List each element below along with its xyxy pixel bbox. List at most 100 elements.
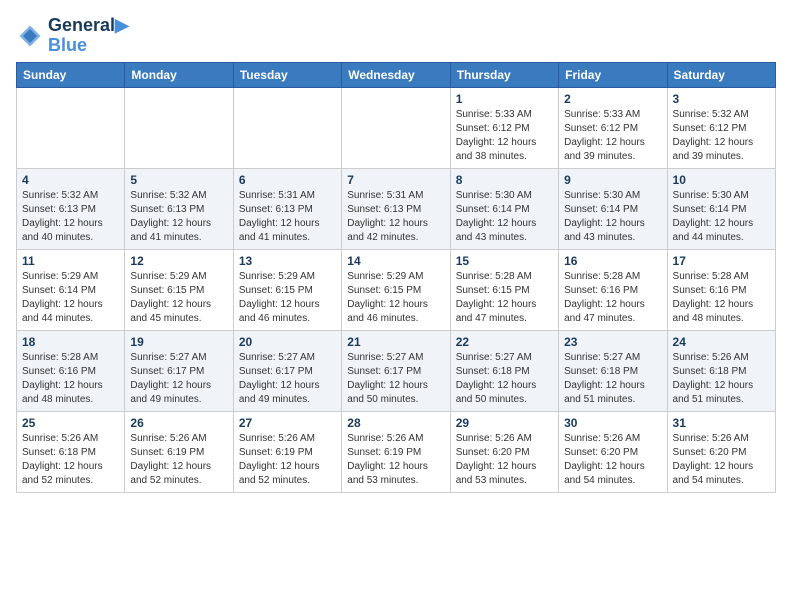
logo-text: General▶ Blue [48, 16, 129, 56]
day-number: 28 [347, 416, 444, 430]
day-info: Sunrise: 5:27 AM Sunset: 6:18 PM Dayligh… [456, 351, 553, 407]
calendar-table: SundayMondayTuesdayWednesdayThursdayFrid… [16, 62, 776, 493]
calendar-cell: 23 Sunrise: 5:27 AM Sunset: 6:18 PM Dayli… [559, 330, 667, 411]
calendar-cell: 28 Sunrise: 5:26 AM Sunset: 6:19 PM Dayli… [342, 411, 450, 492]
calendar-cell: 10 Sunrise: 5:30 AM Sunset: 6:14 PM Dayli… [667, 168, 775, 249]
calendar-cell: 1Sunrise: 5:33 AM Sunset: 6:12 PM Daylig… [450, 87, 558, 168]
day-number: 5 [130, 173, 227, 187]
day-info: Sunrise: 5:30 AM Sunset: 6:14 PM Dayligh… [456, 189, 553, 245]
day-number: 3 [673, 92, 770, 106]
day-number: 20 [239, 335, 336, 349]
calendar-cell: 15Sunrise: 5:28 AM Sunset: 6:15 PM Dayli… [450, 249, 558, 330]
day-number: 15 [456, 254, 553, 268]
calendar-cell: 9Sunrise: 5:30 AM Sunset: 6:14 PM Daylig… [559, 168, 667, 249]
day-info: Sunrise: 5:27 AM Sunset: 6:17 PM Dayligh… [347, 351, 444, 407]
day-number: 6 [239, 173, 336, 187]
col-header-thursday: Thursday [450, 62, 558, 87]
day-number: 12 [130, 254, 227, 268]
day-number: 10 [673, 173, 770, 187]
day-info: Sunrise: 5:26 AM Sunset: 6:20 PM Dayligh… [673, 432, 770, 488]
day-info: Sunrise: 5:26 AM Sunset: 6:20 PM Dayligh… [456, 432, 553, 488]
page-header: General▶ Blue [16, 16, 776, 56]
day-number: 17 [673, 254, 770, 268]
day-info: Sunrise: 5:27 AM Sunset: 6:17 PM Dayligh… [239, 351, 336, 407]
calendar-cell [342, 87, 450, 168]
day-info: Sunrise: 5:32 AM Sunset: 6:13 PM Dayligh… [130, 189, 227, 245]
day-number: 21 [347, 335, 444, 349]
day-info: Sunrise: 5:26 AM Sunset: 6:18 PM Dayligh… [22, 432, 119, 488]
calendar-cell [233, 87, 341, 168]
day-number: 7 [347, 173, 444, 187]
day-number: 19 [130, 335, 227, 349]
day-info: Sunrise: 5:29 AM Sunset: 6:15 PM Dayligh… [130, 270, 227, 326]
calendar-cell: 7 Sunrise: 5:31 AM Sunset: 6:13 PM Daylig… [342, 168, 450, 249]
calendar-cell: 30 Sunrise: 5:26 AM Sunset: 6:20 PM Dayli… [559, 411, 667, 492]
day-info: Sunrise: 5:28 AM Sunset: 6:16 PM Dayligh… [564, 270, 661, 326]
day-info: Sunrise: 5:28 AM Sunset: 6:16 PM Dayligh… [22, 351, 119, 407]
day-number: 24 [673, 335, 770, 349]
day-info: Sunrise: 5:29 AM Sunset: 6:15 PM Dayligh… [347, 270, 444, 326]
calendar-cell: 20 Sunrise: 5:27 AM Sunset: 6:17 PM Dayli… [233, 330, 341, 411]
day-info: Sunrise: 5:26 AM Sunset: 6:19 PM Dayligh… [347, 432, 444, 488]
day-info: Sunrise: 5:28 AM Sunset: 6:16 PM Dayligh… [673, 270, 770, 326]
col-header-friday: Friday [559, 62, 667, 87]
day-info: Sunrise: 5:33 AM Sunset: 6:12 PM Dayligh… [564, 108, 661, 164]
calendar-cell: 11 Sunrise: 5:29 AM Sunset: 6:14 PM Dayli… [17, 249, 125, 330]
day-number: 31 [673, 416, 770, 430]
calendar-cell: 16 Sunrise: 5:28 AM Sunset: 6:16 PM Dayli… [559, 249, 667, 330]
day-number: 23 [564, 335, 661, 349]
day-number: 9 [564, 173, 661, 187]
calendar-cell: 18Sunrise: 5:28 AM Sunset: 6:16 PM Dayli… [17, 330, 125, 411]
col-header-saturday: Saturday [667, 62, 775, 87]
calendar-cell: 31 Sunrise: 5:26 AM Sunset: 6:20 PM Dayli… [667, 411, 775, 492]
day-info: Sunrise: 5:26 AM Sunset: 6:19 PM Dayligh… [130, 432, 227, 488]
day-info: Sunrise: 5:26 AM Sunset: 6:20 PM Dayligh… [564, 432, 661, 488]
day-number: 13 [239, 254, 336, 268]
day-number: 11 [22, 254, 119, 268]
logo: General▶ Blue [16, 16, 129, 56]
calendar-cell: 12 Sunrise: 5:29 AM Sunset: 6:15 PM Dayli… [125, 249, 233, 330]
day-info: Sunrise: 5:32 AM Sunset: 6:12 PM Dayligh… [673, 108, 770, 164]
calendar-cell [17, 87, 125, 168]
day-info: Sunrise: 5:26 AM Sunset: 6:18 PM Dayligh… [673, 351, 770, 407]
day-info: Sunrise: 5:32 AM Sunset: 6:13 PM Dayligh… [22, 189, 119, 245]
day-info: Sunrise: 5:26 AM Sunset: 6:19 PM Dayligh… [239, 432, 336, 488]
col-header-wednesday: Wednesday [342, 62, 450, 87]
calendar-cell: 14 Sunrise: 5:29 AM Sunset: 6:15 PM Dayli… [342, 249, 450, 330]
day-number: 25 [22, 416, 119, 430]
col-header-monday: Monday [125, 62, 233, 87]
calendar-cell: 2Sunrise: 5:33 AM Sunset: 6:12 PM Daylig… [559, 87, 667, 168]
calendar-cell: 5 Sunrise: 5:32 AM Sunset: 6:13 PM Daylig… [125, 168, 233, 249]
day-number: 22 [456, 335, 553, 349]
calendar-cell [125, 87, 233, 168]
calendar-cell: 3 Sunrise: 5:32 AM Sunset: 6:12 PM Daylig… [667, 87, 775, 168]
calendar-cell: 17 Sunrise: 5:28 AM Sunset: 6:16 PM Dayli… [667, 249, 775, 330]
calendar-cell: 22 Sunrise: 5:27 AM Sunset: 6:18 PM Dayli… [450, 330, 558, 411]
calendar-cell: 21 Sunrise: 5:27 AM Sunset: 6:17 PM Dayli… [342, 330, 450, 411]
day-info: Sunrise: 5:31 AM Sunset: 6:13 PM Dayligh… [347, 189, 444, 245]
calendar-cell: 8 Sunrise: 5:30 AM Sunset: 6:14 PM Daylig… [450, 168, 558, 249]
day-info: Sunrise: 5:31 AM Sunset: 6:13 PM Dayligh… [239, 189, 336, 245]
logo-icon [16, 22, 44, 50]
calendar-cell: 19 Sunrise: 5:27 AM Sunset: 6:17 PM Dayli… [125, 330, 233, 411]
calendar-cell: 24 Sunrise: 5:26 AM Sunset: 6:18 PM Dayli… [667, 330, 775, 411]
day-number: 29 [456, 416, 553, 430]
day-info: Sunrise: 5:27 AM Sunset: 6:17 PM Dayligh… [130, 351, 227, 407]
calendar-cell: 4Sunrise: 5:32 AM Sunset: 6:13 PM Daylig… [17, 168, 125, 249]
day-info: Sunrise: 5:29 AM Sunset: 6:14 PM Dayligh… [22, 270, 119, 326]
day-number: 14 [347, 254, 444, 268]
day-number: 27 [239, 416, 336, 430]
day-info: Sunrise: 5:30 AM Sunset: 6:14 PM Dayligh… [673, 189, 770, 245]
day-number: 8 [456, 173, 553, 187]
day-number: 26 [130, 416, 227, 430]
col-header-sunday: Sunday [17, 62, 125, 87]
day-info: Sunrise: 5:27 AM Sunset: 6:18 PM Dayligh… [564, 351, 661, 407]
calendar-cell: 25 Sunrise: 5:26 AM Sunset: 6:18 PM Dayli… [17, 411, 125, 492]
day-number: 16 [564, 254, 661, 268]
day-number: 30 [564, 416, 661, 430]
calendar-cell: 27 Sunrise: 5:26 AM Sunset: 6:19 PM Dayli… [233, 411, 341, 492]
col-header-tuesday: Tuesday [233, 62, 341, 87]
calendar-cell: 29 Sunrise: 5:26 AM Sunset: 6:20 PM Dayli… [450, 411, 558, 492]
calendar-cell: 26 Sunrise: 5:26 AM Sunset: 6:19 PM Dayli… [125, 411, 233, 492]
day-number: 1 [456, 92, 553, 106]
